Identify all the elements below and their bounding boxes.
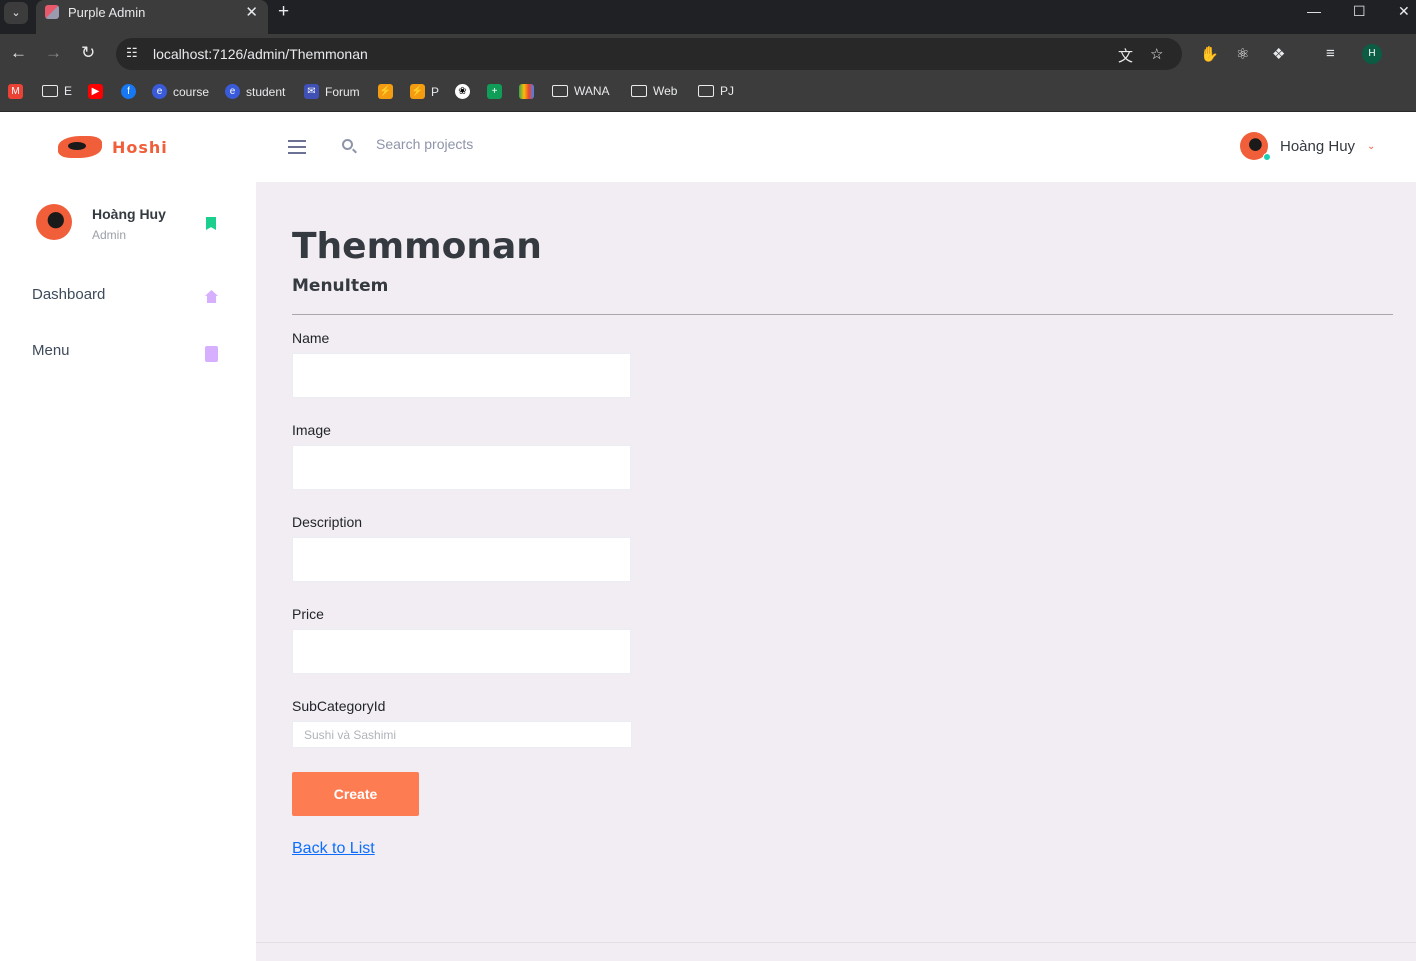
- page-title: Themmonan: [292, 226, 542, 267]
- browser-tab-bar: ⌄ Purple Admin ✕ + — ☐ ✕: [0, 0, 1416, 34]
- shrimp-logo-icon: [58, 136, 102, 158]
- facebook-icon: f: [121, 84, 136, 99]
- bookmark-p[interactable]: ⚡ P: [410, 84, 439, 99]
- online-status-icon: [1263, 153, 1271, 161]
- lightning-icon: ⚡: [410, 84, 425, 99]
- address-bar[interactable]: ☷ localhost:7126/admin/Themmonan 文 ☆: [116, 38, 1182, 70]
- sidebar-item-menu[interactable]: Menu: [32, 342, 222, 366]
- tab-search-button[interactable]: ⌄: [4, 2, 28, 24]
- divider: [292, 314, 1393, 315]
- create-button[interactable]: Create: [292, 772, 419, 816]
- bookmark-sheets[interactable]: +: [487, 84, 502, 99]
- bookmark-e[interactable]: E: [42, 84, 72, 98]
- browser-tab[interactable]: Purple Admin ✕: [36, 0, 268, 34]
- bookmark-pj[interactable]: PJ: [698, 84, 734, 98]
- extension-react-icon[interactable]: ⚛: [1236, 45, 1249, 63]
- folder-icon: [631, 85, 647, 97]
- footer-divider: [256, 942, 1416, 943]
- bookmarks-bar: M E ▶ f e course e student ✉ Forum ⚡ ⚡ P ❀ +…: [0, 74, 1416, 112]
- folder-icon: [552, 85, 568, 97]
- chevron-down-icon: ⌄: [1367, 140, 1376, 152]
- gmail-icon: M: [8, 84, 23, 99]
- back-arrow-icon[interactable]: ←: [10, 43, 27, 63]
- maximize-icon[interactable]: ☐: [1353, 3, 1366, 20]
- forward-arrow-icon[interactable]: →: [45, 43, 62, 63]
- page-subtitle: MenuItem: [292, 276, 389, 296]
- bookmark-youtube[interactable]: ▶: [88, 84, 103, 99]
- image-label: Image: [292, 422, 331, 438]
- search-input[interactable]: [376, 136, 676, 152]
- minimize-icon[interactable]: —: [1307, 3, 1321, 19]
- main-content: Themmonan MenuItem Name Image Descriptio…: [256, 182, 1416, 961]
- extensions-puzzle-icon[interactable]: ❖: [1272, 45, 1285, 63]
- bookmark-wana[interactable]: WANA: [552, 84, 610, 98]
- folder-icon: [42, 85, 58, 97]
- browser-profile-avatar[interactable]: H: [1362, 44, 1382, 64]
- openai-icon: ❀: [455, 84, 470, 99]
- brand-name: Hoshi: [112, 137, 168, 157]
- bookmark-course[interactable]: e course: [152, 84, 209, 99]
- price-field[interactable]: [292, 629, 631, 674]
- reload-icon[interactable]: ↻: [81, 43, 95, 63]
- bookmark-check-icon: [206, 217, 216, 230]
- subcategory-select[interactable]: Sushi và Sashimi: [292, 721, 632, 748]
- search-icon: [342, 139, 353, 150]
- media-control-icon[interactable]: ≡: [1326, 45, 1335, 62]
- bookmark-openai[interactable]: ❀: [455, 84, 470, 99]
- sidebar-item-dashboard[interactable]: Dashboard: [32, 286, 222, 310]
- window-close-icon[interactable]: ✕: [1398, 3, 1410, 20]
- bookmark-gmail[interactable]: M: [8, 84, 23, 99]
- admin-app: Hoshi Hoàng Huy ⌄ Hoàng Huy Admin Dashbo…: [0, 112, 1416, 961]
- translate-icon[interactable]: 文: [1118, 45, 1133, 66]
- new-tab-icon[interactable]: +: [278, 1, 289, 23]
- extension-hand-icon[interactable]: ✋: [1200, 45, 1219, 63]
- name-label: Name: [292, 330, 330, 346]
- navbar-user-name: Hoàng Huy: [1280, 137, 1356, 155]
- bookmark-student[interactable]: e student: [225, 84, 285, 99]
- browser-toolbar: ← → ↻ ☷ localhost:7126/admin/Themmonan 文…: [0, 34, 1416, 74]
- menu-toggle-icon[interactable]: [288, 140, 306, 154]
- tab-close-icon[interactable]: ✕: [245, 3, 258, 21]
- bookmark-lightning[interactable]: ⚡: [378, 84, 393, 99]
- sidebar: Hoàng Huy Admin Dashboard Menu: [0, 182, 256, 961]
- user-dropdown[interactable]: Hoàng Huy ⌄: [1240, 132, 1376, 161]
- forum-icon: ✉: [304, 84, 319, 99]
- avatar: [1240, 132, 1271, 161]
- profile-name: Hoàng Huy: [92, 206, 166, 222]
- top-navbar: Hoshi Hoàng Huy ⌄: [0, 112, 1416, 182]
- profile-avatar: [36, 204, 72, 240]
- tab-favicon-icon: [45, 5, 59, 19]
- contacts-icon: [205, 346, 218, 362]
- description-field[interactable]: [292, 537, 631, 582]
- bookmark-web[interactable]: Web: [631, 84, 677, 98]
- bookmark-forum[interactable]: ✉ Forum: [304, 84, 360, 99]
- meet-icon: [519, 84, 534, 99]
- home-icon: [205, 290, 218, 303]
- image-field[interactable]: [292, 445, 631, 490]
- youtube-icon: ▶: [88, 84, 103, 99]
- description-label: Description: [292, 514, 363, 530]
- bookmark-facebook[interactable]: f: [121, 84, 136, 99]
- profile-role: Admin: [92, 228, 127, 242]
- bookmark-star-icon[interactable]: ☆: [1150, 45, 1163, 63]
- edge-icon: e: [152, 84, 167, 99]
- site-settings-icon[interactable]: ☷: [126, 45, 138, 61]
- lightning-icon: ⚡: [378, 84, 393, 99]
- subcategory-label: SubCategoryId: [292, 698, 386, 714]
- sidebar-item-label: Dashboard: [32, 286, 106, 303]
- sheets-icon: +: [487, 84, 502, 99]
- bookmark-meet[interactable]: [519, 84, 534, 99]
- url-text[interactable]: localhost:7126/admin/Themmonan: [153, 46, 368, 62]
- folder-icon: [698, 85, 714, 97]
- brand-logo[interactable]: Hoshi: [58, 136, 168, 158]
- edge-icon: e: [225, 84, 240, 99]
- sidebar-item-label: Menu: [32, 342, 70, 359]
- name-field[interactable]: [292, 353, 631, 398]
- price-label: Price: [292, 606, 324, 622]
- back-to-list-link[interactable]: Back to List: [292, 840, 375, 858]
- sidebar-profile[interactable]: Hoàng Huy Admin: [36, 202, 226, 242]
- tab-title: Purple Admin: [68, 5, 146, 20]
